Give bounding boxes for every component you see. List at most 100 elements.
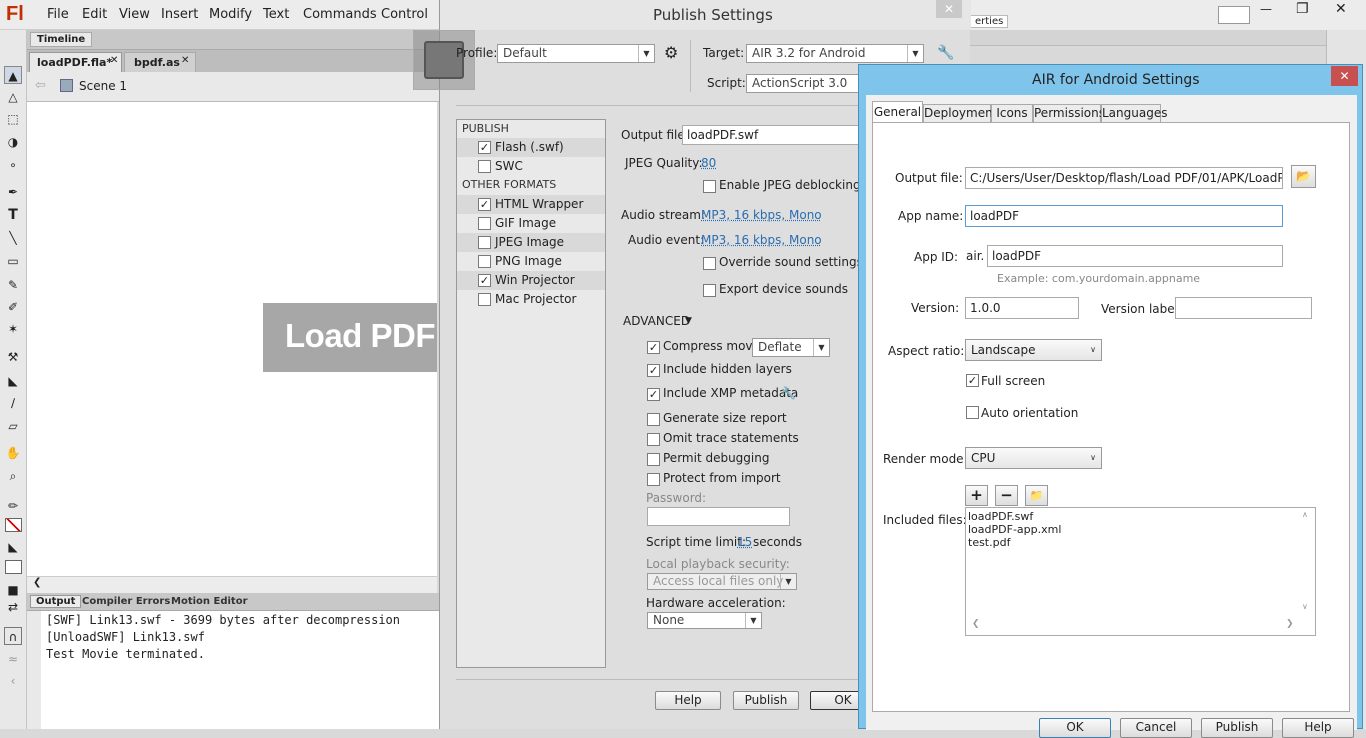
menu-text[interactable]: Text — [263, 7, 289, 22]
target-select[interactable]: AIR 3.2 for Android ▼ — [746, 44, 924, 63]
air-ok-button[interactable]: OK — [1039, 718, 1111, 738]
render-mode-select[interactable]: CPU ∨ — [965, 447, 1102, 469]
scroll-right-icon[interactable]: ❯ — [1286, 619, 1294, 629]
version-input[interactable]: 1.0.0 — [965, 297, 1079, 319]
hand-icon[interactable]: ✋ — [4, 444, 22, 462]
pencil-icon[interactable]: ✎ — [4, 276, 22, 294]
tab-icons[interactable]: Icons — [991, 104, 1033, 123]
app-id-input[interactable]: loadPDF — [987, 245, 1283, 267]
jpeg-checkbox[interactable] — [478, 236, 491, 249]
menu-file[interactable]: File — [47, 7, 69, 22]
close-tab-icon[interactable]: ✕ — [181, 55, 189, 66]
doc-tab-bpdf[interactable]: bpdf.as ✕ — [124, 52, 196, 72]
tab-permissions[interactable]: Permissions — [1033, 104, 1105, 123]
wrench-icon[interactable]: 🔧 — [781, 386, 796, 400]
publish-publish-button[interactable]: Publish — [733, 691, 799, 710]
tab-output[interactable]: Output — [30, 595, 82, 608]
list-item[interactable]: GIF Image — [457, 214, 605, 233]
gear-icon[interactable]: ⚙ — [664, 43, 678, 62]
menu-commands[interactable]: Commands — [303, 7, 377, 22]
png-checkbox[interactable] — [478, 255, 491, 268]
pen-icon[interactable]: ✒ — [4, 183, 22, 201]
wrench-icon[interactable]: 🔧 — [937, 45, 954, 61]
scroll-left-icon[interactable]: ❮ — [33, 577, 41, 588]
stroke-color-icon[interactable]: ✏ — [4, 497, 22, 515]
default-colors-icon[interactable]: ⇄ — [4, 598, 22, 616]
air-close-button[interactable]: ✕ — [1331, 66, 1358, 86]
html-wrapper-checkbox[interactable] — [478, 198, 491, 211]
zoom-icon[interactable]: ⌕ — [4, 467, 22, 485]
profile-select[interactable]: Default ▼ — [497, 44, 655, 63]
close-tab-icon[interactable]: ✕ — [110, 55, 118, 66]
list-item[interactable]: JPEG Image — [457, 233, 605, 252]
list-item[interactable]: loadPDF-app.xml — [968, 523, 1061, 536]
brush-icon[interactable]: ✐ — [4, 298, 22, 316]
stage[interactable]: Load PDF — [27, 102, 437, 576]
hidden-layers-checkbox[interactable] — [647, 364, 660, 377]
tab-deployment[interactable]: Deployment — [923, 104, 997, 123]
flash-swf-checkbox[interactable] — [478, 141, 491, 154]
app-name-input[interactable]: loadPDF — [965, 205, 1283, 227]
mac-projector-checkbox[interactable] — [478, 293, 491, 306]
tab-languages[interactable]: Languages — [1101, 104, 1167, 123]
script-select[interactable]: ActionScript 3.0 — [746, 74, 876, 93]
swc-checkbox[interactable] — [478, 160, 491, 173]
gif-checkbox[interactable] — [478, 217, 491, 230]
version-label-input[interactable] — [1175, 297, 1312, 319]
included-files-list[interactable]: loadPDF.swf loadPDF-app.xml test.pdf ∧ ∨… — [965, 507, 1316, 636]
stage-graphic[interactable]: Load PDF — [263, 303, 437, 372]
timeline-tab[interactable]: Timeline — [30, 32, 93, 47]
text-tool-icon[interactable]: T — [4, 206, 22, 224]
tab-general[interactable]: General — [872, 101, 923, 123]
menu-view[interactable]: View — [119, 7, 150, 22]
line-tool-icon[interactable]: ╲ — [4, 229, 22, 247]
menu-edit[interactable]: Edit — [82, 7, 107, 22]
local-security-select[interactable]: Access local files only ▼ — [647, 573, 797, 590]
paint-bucket-icon[interactable]: ◣ — [4, 372, 22, 390]
list-item[interactable]: Flash (.swf) — [457, 138, 605, 157]
script-time-value[interactable]: 15 — [737, 535, 752, 549]
size-report-checkbox[interactable] — [647, 413, 660, 426]
list-item[interactable]: test.pdf — [968, 536, 1010, 549]
add-folder-button[interactable]: 📁 — [1025, 485, 1048, 506]
list-item[interactable]: HTML Wrapper — [457, 195, 605, 214]
publish-help-button[interactable]: Help — [655, 691, 721, 710]
audio-event-value[interactable]: MP3, 16 kbps, Mono — [701, 233, 822, 247]
compress-select[interactable]: Deflate ▼ — [752, 338, 830, 357]
list-item[interactable]: PNG Image — [457, 252, 605, 271]
override-sound-checkbox[interactable] — [703, 257, 716, 270]
list-item[interactable]: loadPDF.swf — [968, 510, 1033, 523]
win-projector-checkbox[interactable] — [478, 274, 491, 287]
auto-orientation-checkbox[interactable] — [966, 406, 979, 419]
menu-insert[interactable]: Insert — [161, 7, 198, 22]
aspect-ratio-select[interactable]: Landscape ∨ — [965, 339, 1102, 361]
jpeg-deblock-checkbox[interactable] — [703, 180, 716, 193]
jpeg-quality-value[interactable]: 80 — [701, 156, 716, 170]
scroll-down-icon[interactable]: ∨ — [1302, 602, 1308, 611]
add-file-button[interactable]: + — [965, 485, 988, 506]
lasso-icon[interactable]: ∘ — [4, 156, 22, 174]
smooth-icon[interactable]: ≈ — [4, 650, 22, 668]
protect-import-checkbox[interactable] — [647, 473, 660, 486]
minimize-button[interactable]: — — [1260, 2, 1272, 16]
snap-magnet-icon[interactable]: ∩ — [4, 627, 22, 645]
air-help-button[interactable]: Help — [1282, 718, 1354, 738]
stage-scrollbar[interactable]: ❮ — [27, 576, 437, 593]
air-publish-button[interactable]: Publish — [1201, 718, 1273, 738]
back-arrow-icon[interactable]: ⇦ — [35, 78, 46, 93]
scene-label[interactable]: Scene 1 — [79, 79, 127, 93]
xmp-checkbox[interactable] — [647, 388, 660, 401]
swap-colors-icon[interactable]: ■ — [4, 581, 22, 599]
properties-tab[interactable]: erties — [970, 15, 1009, 28]
eyedropper-icon[interactable]: ∕ — [4, 394, 22, 412]
chevron-down-icon[interactable]: ▼ — [685, 316, 692, 326]
subselection-tool-icon[interactable]: △ — [4, 88, 22, 106]
tab-motion-editor[interactable]: Motion Editor — [171, 596, 248, 607]
list-item[interactable]: Mac Projector — [457, 290, 605, 309]
advanced-toggle[interactable]: ADVANCED — [623, 314, 690, 328]
export-sounds-checkbox[interactable] — [703, 284, 716, 297]
output-file-input[interactable]: loadPDF.swf — [682, 125, 862, 145]
scroll-left-icon[interactable]: ❮ — [972, 619, 980, 629]
eraser-icon[interactable]: ▱ — [4, 417, 22, 435]
omit-trace-checkbox[interactable] — [647, 433, 660, 446]
